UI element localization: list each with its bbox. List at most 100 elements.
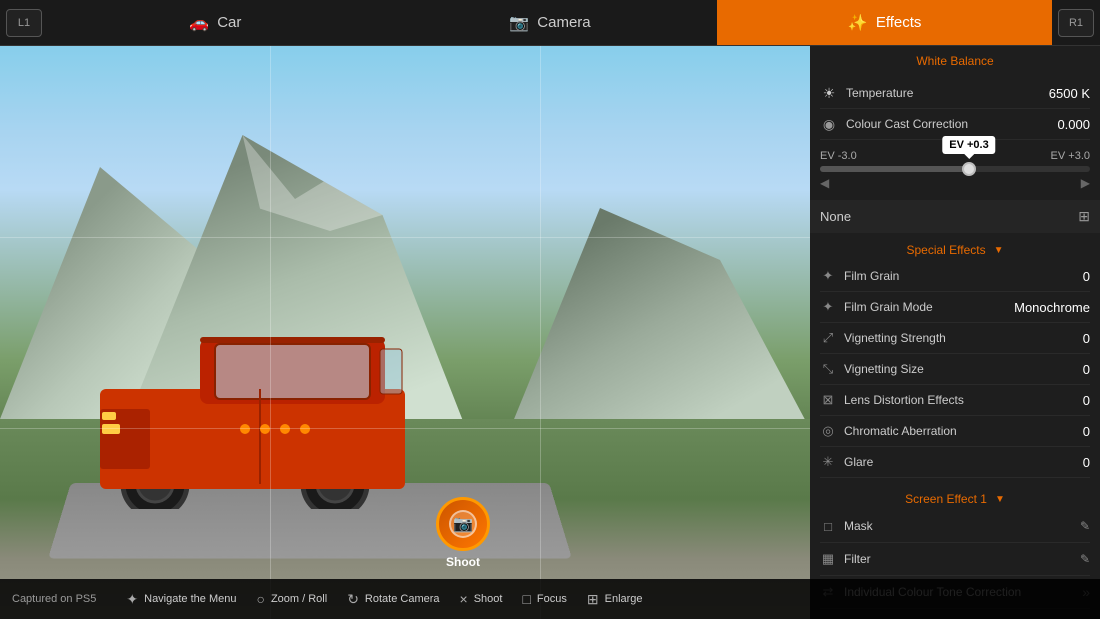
shoot-button-container: 📷 Shoot: [436, 497, 490, 569]
temperature-row: ☀ Temperature 6500 K: [820, 78, 1090, 109]
effects-list: ✦ Film Grain 0 ✦ Film Grain Mode Monochr…: [810, 261, 1100, 478]
mask-edit-icon[interactable]: ✎: [1080, 519, 1090, 533]
camera-icon: 📷: [509, 13, 529, 33]
temperature-icon: ☀: [820, 84, 838, 102]
right-panel: White Balance ☀ Temperature 6500 K ◉ Col…: [810, 46, 1100, 619]
film-grain-label: ✦ Film Grain: [820, 268, 899, 284]
l1-label: L1: [18, 17, 30, 29]
shoot-button[interactable]: 📷: [436, 497, 490, 551]
bottom-bar: Captured on PS5 ✦ Navigate the Menu ○ Zo…: [0, 579, 1100, 619]
vignetting-strength-label: ⤢ Vignetting Strength: [820, 330, 946, 346]
mask-row: □ Mask ✎: [820, 510, 1090, 543]
mask-label-text: Mask: [844, 519, 873, 533]
colour-cast-value: 0.000: [1057, 117, 1090, 132]
shoot-item: × Shoot: [460, 591, 503, 607]
special-effects-arrow: ▼: [994, 245, 1004, 256]
vignetting-size-icon: ⤡: [820, 361, 836, 377]
none-label: None: [820, 209, 851, 224]
colour-cast-label: ◉ Colour Cast Correction: [820, 115, 968, 133]
tab-camera-label: Camera: [537, 14, 590, 31]
camera-shutter-icon: 📷: [453, 514, 473, 534]
l1-button[interactable]: L1: [6, 9, 42, 37]
screen-effect-title: Screen Effect 1: [905, 492, 987, 506]
top-nav: L1 🚗 Car 📷 Camera ✨ Effects R1: [0, 0, 1100, 46]
glare-label-text: Glare: [844, 455, 873, 469]
focus-label: Focus: [537, 593, 567, 605]
rotate-item: ↻ Rotate Camera: [347, 591, 439, 608]
glare-icon: ✳: [820, 454, 836, 470]
filter-icon: ▦: [820, 551, 836, 567]
navigate-item: ✦ Navigate the Menu: [126, 591, 236, 608]
film-grain-mode-row: ✦ Film Grain Mode Monochrome: [820, 292, 1090, 323]
filter-edit-icon[interactable]: ✎: [1080, 552, 1090, 566]
main-container: L1 🚗 Car 📷 Camera ✨ Effects R1: [0, 0, 1100, 619]
tab-car[interactable]: 🚗 Car: [48, 0, 383, 45]
vignetting-strength-value: 0: [1083, 331, 1090, 346]
tab-effects[interactable]: ✨ Effects: [717, 0, 1052, 45]
r1-label: R1: [1069, 17, 1083, 29]
film-grain-label-text: Film Grain: [844, 269, 899, 283]
rotate-icon: ↻: [347, 591, 359, 608]
white-balance-title: White Balance: [916, 54, 993, 68]
ev-slider-track[interactable]: EV +0.3: [820, 166, 1090, 172]
chromatic-aberration-value: 0: [1083, 424, 1090, 439]
shoot-icon: ×: [460, 591, 468, 607]
filter-label-text: Filter: [844, 552, 871, 566]
mask-icon: □: [820, 518, 836, 534]
filter-row: ▦ Filter ✎: [820, 543, 1090, 576]
colour-cast-label-text: Colour Cast Correction: [846, 117, 968, 131]
slider-arrow-left[interactable]: ◀: [820, 176, 829, 190]
film-grain-value: 0: [1083, 269, 1090, 284]
white-balance-section: ☀ Temperature 6500 K ◉ Colour Cast Corre…: [810, 72, 1100, 146]
vignetting-size-value: 0: [1083, 362, 1090, 377]
special-effects-header: Special Effects ▼: [810, 235, 1100, 261]
filter-label: ▦ Filter: [820, 551, 871, 567]
vignetting-strength-icon: ⤢: [820, 330, 836, 346]
shoot-button-label: Shoot: [446, 555, 480, 569]
colour-cast-icon: ◉: [820, 115, 838, 133]
ev-tooltip: EV +0.3: [942, 136, 995, 154]
special-effects-title: Special Effects: [906, 243, 985, 257]
chromatic-aberration-label-text: Chromatic Aberration: [844, 424, 957, 438]
focus-icon: □: [522, 591, 530, 607]
film-grain-row: ✦ Film Grain 0: [820, 261, 1090, 292]
mask-label: □ Mask: [820, 518, 873, 534]
temperature-label: ☀ Temperature: [820, 84, 913, 102]
camera-background: 📷 Shoot: [0, 46, 810, 619]
navigate-label: Navigate the Menu: [144, 593, 236, 605]
chromatic-aberration-icon: ◎: [820, 423, 836, 439]
none-row: None ⊞: [810, 200, 1100, 233]
mountain-right: [510, 169, 810, 429]
glare-row: ✳ Glare 0: [820, 447, 1090, 478]
camera-view: 📷 Shoot: [0, 46, 810, 619]
effects-icon: ✨: [848, 13, 868, 33]
ev-slider-fill: [820, 166, 969, 172]
vignetting-size-row: ⤡ Vignetting Size 0: [820, 354, 1090, 385]
slider-arrow-right[interactable]: ▶: [1081, 176, 1090, 190]
film-grain-mode-label: ✦ Film Grain Mode: [820, 299, 933, 315]
focus-item: □ Focus: [522, 591, 566, 607]
shoot-button-inner: 📷: [449, 510, 477, 538]
white-balance-header: White Balance: [810, 46, 1100, 72]
lens-distortion-icon: ⊠: [820, 392, 836, 408]
film-grain-mode-value: Monochrome: [1014, 300, 1090, 315]
ev-min-label: EV -3.0: [820, 150, 857, 162]
r1-button[interactable]: R1: [1058, 9, 1094, 37]
vignetting-size-label-text: Vignetting Size: [844, 362, 924, 376]
content-area: 📷 Shoot White Balance: [0, 46, 1100, 619]
ev-slider-thumb[interactable]: EV +0.3: [962, 162, 976, 176]
screen-effect-header: Screen Effect 1 ▼: [810, 484, 1100, 510]
slider-arrows: ◀ ▶: [820, 176, 1090, 190]
lens-distortion-row: ⊠ Lens Distortion Effects 0: [820, 385, 1090, 416]
temperature-value: 6500 K: [1049, 86, 1090, 101]
lens-distortion-label: ⊠ Lens Distortion Effects: [820, 392, 964, 408]
chromatic-aberration-row: ◎ Chromatic Aberration 0: [820, 416, 1090, 447]
grid-layout-icon[interactable]: ⊞: [1078, 208, 1090, 225]
shoot-label: Shoot: [474, 593, 503, 605]
vignetting-size-label: ⤡ Vignetting Size: [820, 361, 924, 377]
zoom-label: Zoom / Roll: [271, 593, 327, 605]
enlarge-label: Enlarge: [605, 593, 643, 605]
tab-camera[interactable]: 📷 Camera: [383, 0, 718, 45]
truck: [80, 309, 420, 509]
enlarge-icon: ⊞: [587, 591, 599, 608]
